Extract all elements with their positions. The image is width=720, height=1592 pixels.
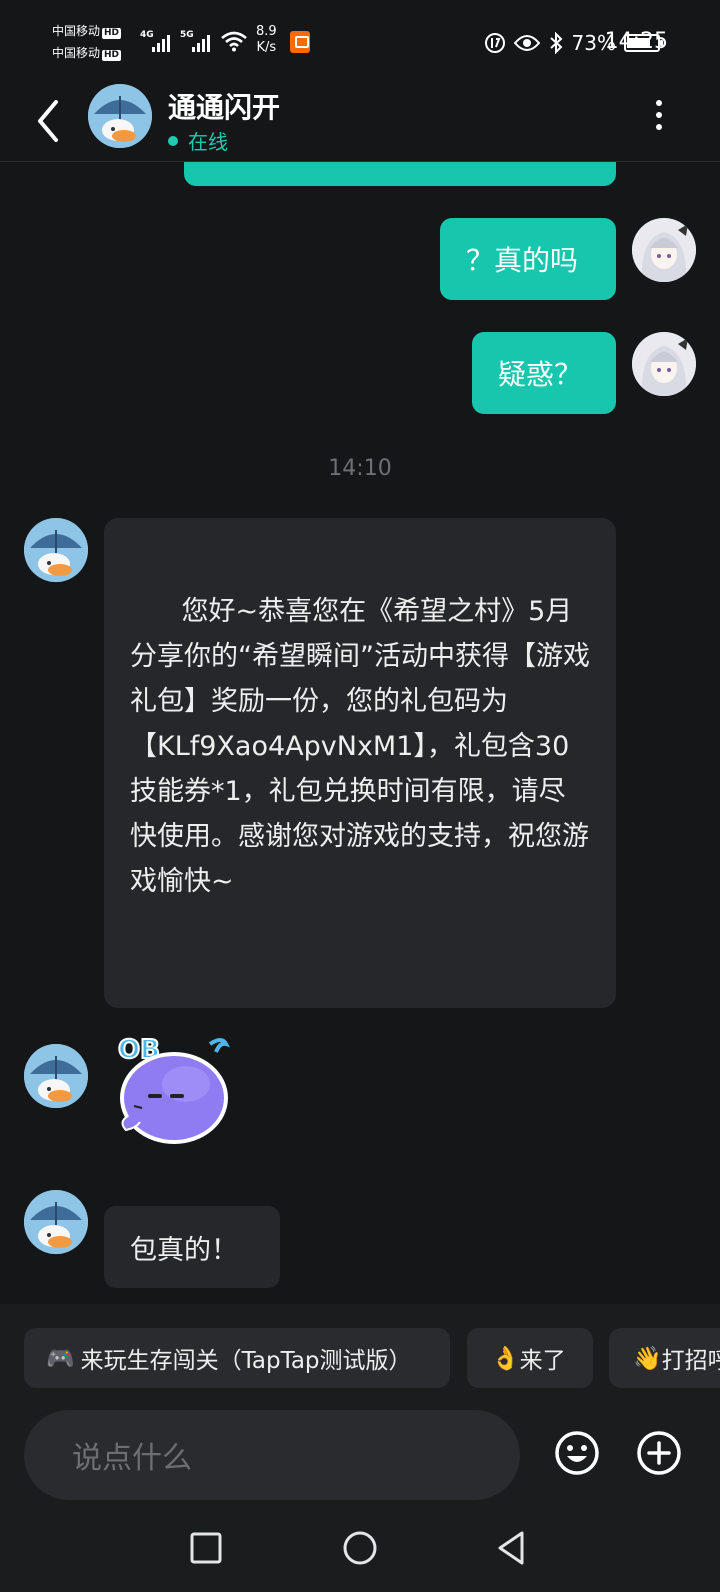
hd-badge: HD bbox=[102, 28, 122, 39]
quick-reply-label: 来玩生存闯关（TapTap测试版） bbox=[80, 1348, 412, 1374]
message-bubble-outgoing[interactable] bbox=[184, 162, 616, 186]
quick-reply-chip[interactable]: 👋 打招呼 bbox=[609, 1328, 720, 1388]
network-speed-unit: K/s bbox=[256, 40, 277, 55]
message-text: 您好~恭喜您在《希望之村》5月分享你的“希望瞬间”活动中获得【游戏礼包】奖励一份… bbox=[130, 596, 590, 897]
my-avatar[interactable] bbox=[632, 332, 696, 396]
umbrella-cat-avatar-icon bbox=[88, 84, 152, 148]
chat-screen: 中国移动 HD 中国移动 HD 4G 5G 8.9 K/s 73% 14:25 … bbox=[0, 0, 720, 1592]
hd-badge: HD bbox=[102, 50, 122, 61]
contact-name: 通通闪开 bbox=[168, 91, 281, 124]
message-text: 包真的！ bbox=[130, 1234, 238, 1266]
quick-reply-label: 来了 bbox=[519, 1348, 566, 1374]
network-speed-value: 8.9 bbox=[256, 24, 277, 39]
contact-avatar[interactable] bbox=[24, 518, 88, 582]
back-triangle-icon[interactable] bbox=[492, 1528, 532, 1568]
more-options-icon[interactable] bbox=[656, 100, 664, 134]
quick-reply-chip[interactable]: 👌 来了 bbox=[467, 1328, 593, 1388]
bluetooth-icon bbox=[549, 32, 562, 54]
carrier-2-label: 中国移动 bbox=[52, 46, 101, 60]
message-list[interactable]: ？真的吗 疑惑？ 14:10 您好~恭喜您在《希望之村》5月分享你的“希望瞬间”… bbox=[0, 162, 720, 1304]
eye-icon bbox=[513, 35, 540, 51]
online-status-label: 在线 bbox=[188, 130, 228, 154]
network-speed: 8.9 K/s bbox=[256, 24, 277, 56]
ok-hand-icon: 👌 bbox=[491, 1345, 520, 1372]
message-input-placeholder: 说点什么 bbox=[72, 1441, 192, 1476]
chat-header: 通通闪开 在线 bbox=[0, 84, 720, 162]
message-text: 疑惑？ bbox=[498, 358, 583, 391]
message-input[interactable]: 说点什么 bbox=[24, 1410, 520, 1500]
nfc-icon bbox=[484, 33, 505, 53]
recent-apps-icon[interactable] bbox=[186, 1528, 226, 1568]
home-icon[interactable] bbox=[340, 1528, 380, 1568]
wave-hand-icon: 👋 bbox=[633, 1345, 662, 1372]
umbrella-cat-avatar-icon bbox=[24, 1190, 88, 1254]
contact-avatar[interactable] bbox=[88, 84, 152, 148]
contact-avatar[interactable] bbox=[24, 1190, 88, 1254]
anime-girl-avatar-icon bbox=[632, 218, 696, 282]
message-text: ？真的吗 bbox=[466, 244, 579, 277]
message-bubble-incoming[interactable]: 您好~恭喜您在《希望之村》5月分享你的“希望瞬间”活动中获得【游戏礼包】奖励一份… bbox=[104, 518, 616, 1008]
message-bubble-incoming[interactable]: 包真的！ bbox=[104, 1206, 280, 1288]
status-bar: 中国移动 HD 中国移动 HD 4G 5G 8.9 K/s 73% 14:25 bbox=[0, 0, 720, 84]
status-time: 14:25 bbox=[604, 29, 668, 54]
umbrella-cat-avatar-icon bbox=[24, 1044, 88, 1108]
carrier-2: 中国移动 HD bbox=[52, 46, 122, 61]
message-bubble-outgoing[interactable]: ？真的吗 bbox=[440, 218, 616, 300]
composer-area: 🎮 来玩生存闯关（TapTap测试版） 👌 来了 👋 打招呼 说点什么 bbox=[0, 1304, 720, 1592]
message-bubble-outgoing[interactable]: 疑惑？ bbox=[472, 332, 616, 414]
carrier-1: 中国移动 HD bbox=[52, 24, 122, 39]
online-dot-icon bbox=[168, 135, 178, 146]
my-avatar[interactable] bbox=[632, 218, 696, 282]
umbrella-cat-avatar-icon bbox=[24, 518, 88, 582]
contact-avatar[interactable] bbox=[24, 1044, 88, 1108]
back-arrow-icon[interactable] bbox=[30, 96, 70, 146]
message-timestamp: 14:10 bbox=[328, 456, 392, 481]
quick-reply-label: 打招呼 bbox=[661, 1348, 720, 1374]
emoji-icon[interactable] bbox=[554, 1430, 600, 1476]
system-nav-bar bbox=[0, 1510, 720, 1592]
quick-reply-chip[interactable]: 🎮 来玩生存闯关（TapTap测试版） bbox=[24, 1328, 450, 1388]
app-notification-icon bbox=[290, 31, 310, 53]
online-status: 在线 bbox=[168, 126, 228, 155]
add-plus-icon[interactable] bbox=[636, 1430, 682, 1476]
carrier-1-label: 中国移动 bbox=[52, 24, 101, 38]
wifi-icon bbox=[221, 31, 247, 52]
purple-blob-sticker[interactable]: OB bbox=[114, 1030, 234, 1148]
anime-girl-avatar-icon bbox=[632, 332, 696, 396]
gamepad-icon: 🎮 bbox=[46, 1345, 75, 1372]
